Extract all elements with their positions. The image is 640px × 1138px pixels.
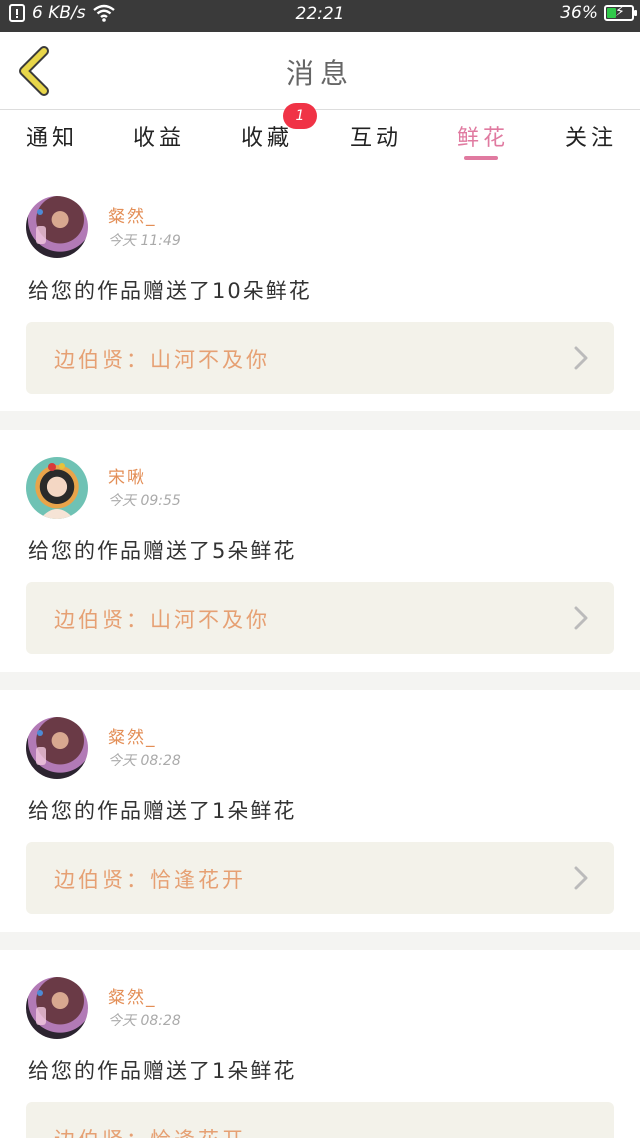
timestamp: 今天 11:49 (108, 233, 181, 249)
clock: 22:21 (295, 4, 345, 24)
avatar[interactable] (26, 977, 88, 1039)
tab-follows[interactable]: 关注 (546, 120, 636, 152)
nav-bar: 消息 (0, 32, 640, 110)
tab-bar: 通知 收益 收藏 1 互动 鲜花 关注 (0, 103, 640, 176)
battery-icon: ⚡ (604, 4, 637, 21)
avatar[interactable] (26, 196, 88, 258)
chevron-right-icon (574, 346, 588, 370)
tab-flowers[interactable]: 鲜花 (438, 120, 528, 152)
tab-notifications[interactable]: 通知 (7, 120, 97, 152)
message-text: 给您的作品赠送了1朵鲜花 (28, 1059, 297, 1083)
username[interactable]: 粲然_ (108, 202, 157, 227)
work-link[interactable]: 边伯贤：恰逢花开 (26, 1102, 614, 1138)
work-title: 边伯贤：恰逢花开 (54, 1124, 246, 1138)
favorites-badge: 1 (283, 103, 317, 129)
avatar[interactable] (26, 457, 88, 519)
message-text: 给您的作品赠送了1朵鲜花 (28, 799, 297, 823)
timestamp: 今天 08:28 (108, 753, 181, 769)
username[interactable]: 粲然_ (108, 983, 157, 1008)
active-tab-indicator (464, 156, 498, 160)
charging-icon: ⚡ (615, 4, 625, 20)
chevron-right-icon (574, 866, 588, 890)
work-title: 边伯贤：恰逢花开 (54, 868, 246, 892)
status-bar: 6 KB/s 22:21 36% ⚡ (0, 0, 640, 32)
work-title: 边伯贤：山河不及你 (54, 348, 270, 372)
username[interactable]: 粲然_ (108, 723, 157, 748)
work-link[interactable]: 边伯贤：山河不及你 (26, 582, 614, 654)
list-item[interactable]: 宋啾 今天 09:55 给您的作品赠送了5朵鲜花 边伯贤：山河不及你 (0, 430, 640, 672)
work-link[interactable]: 边伯贤：恰逢花开 (26, 842, 614, 914)
list-item[interactable]: 粲然_ 今天 11:49 给您的作品赠送了10朵鲜花 边伯贤：山河不及你 (0, 176, 640, 411)
timestamp: 今天 08:28 (108, 1013, 181, 1029)
page-title: 消息 (285, 57, 354, 90)
list-item[interactable]: 粲然_ 今天 08:28 给您的作品赠送了1朵鲜花 边伯贤：恰逢花开 (0, 690, 640, 932)
tab-earnings[interactable]: 收益 (114, 120, 204, 152)
timestamp: 今天 09:55 (108, 493, 181, 509)
list-item[interactable]: 粲然_ 今天 08:28 给您的作品赠送了1朵鲜花 边伯贤：恰逢花开 (0, 950, 640, 1138)
avatar[interactable] (26, 717, 88, 779)
tab-interactions[interactable]: 互动 (331, 120, 421, 152)
message-text: 给您的作品赠送了10朵鲜花 (28, 279, 312, 303)
username[interactable]: 宋啾 (108, 463, 146, 488)
work-link[interactable]: 边伯贤：山河不及你 (26, 322, 614, 394)
chevron-right-icon (574, 606, 588, 630)
message-text: 给您的作品赠送了5朵鲜花 (28, 539, 297, 563)
work-title: 边伯贤：山河不及你 (54, 608, 270, 632)
battery-percent: 36% (560, 3, 598, 23)
